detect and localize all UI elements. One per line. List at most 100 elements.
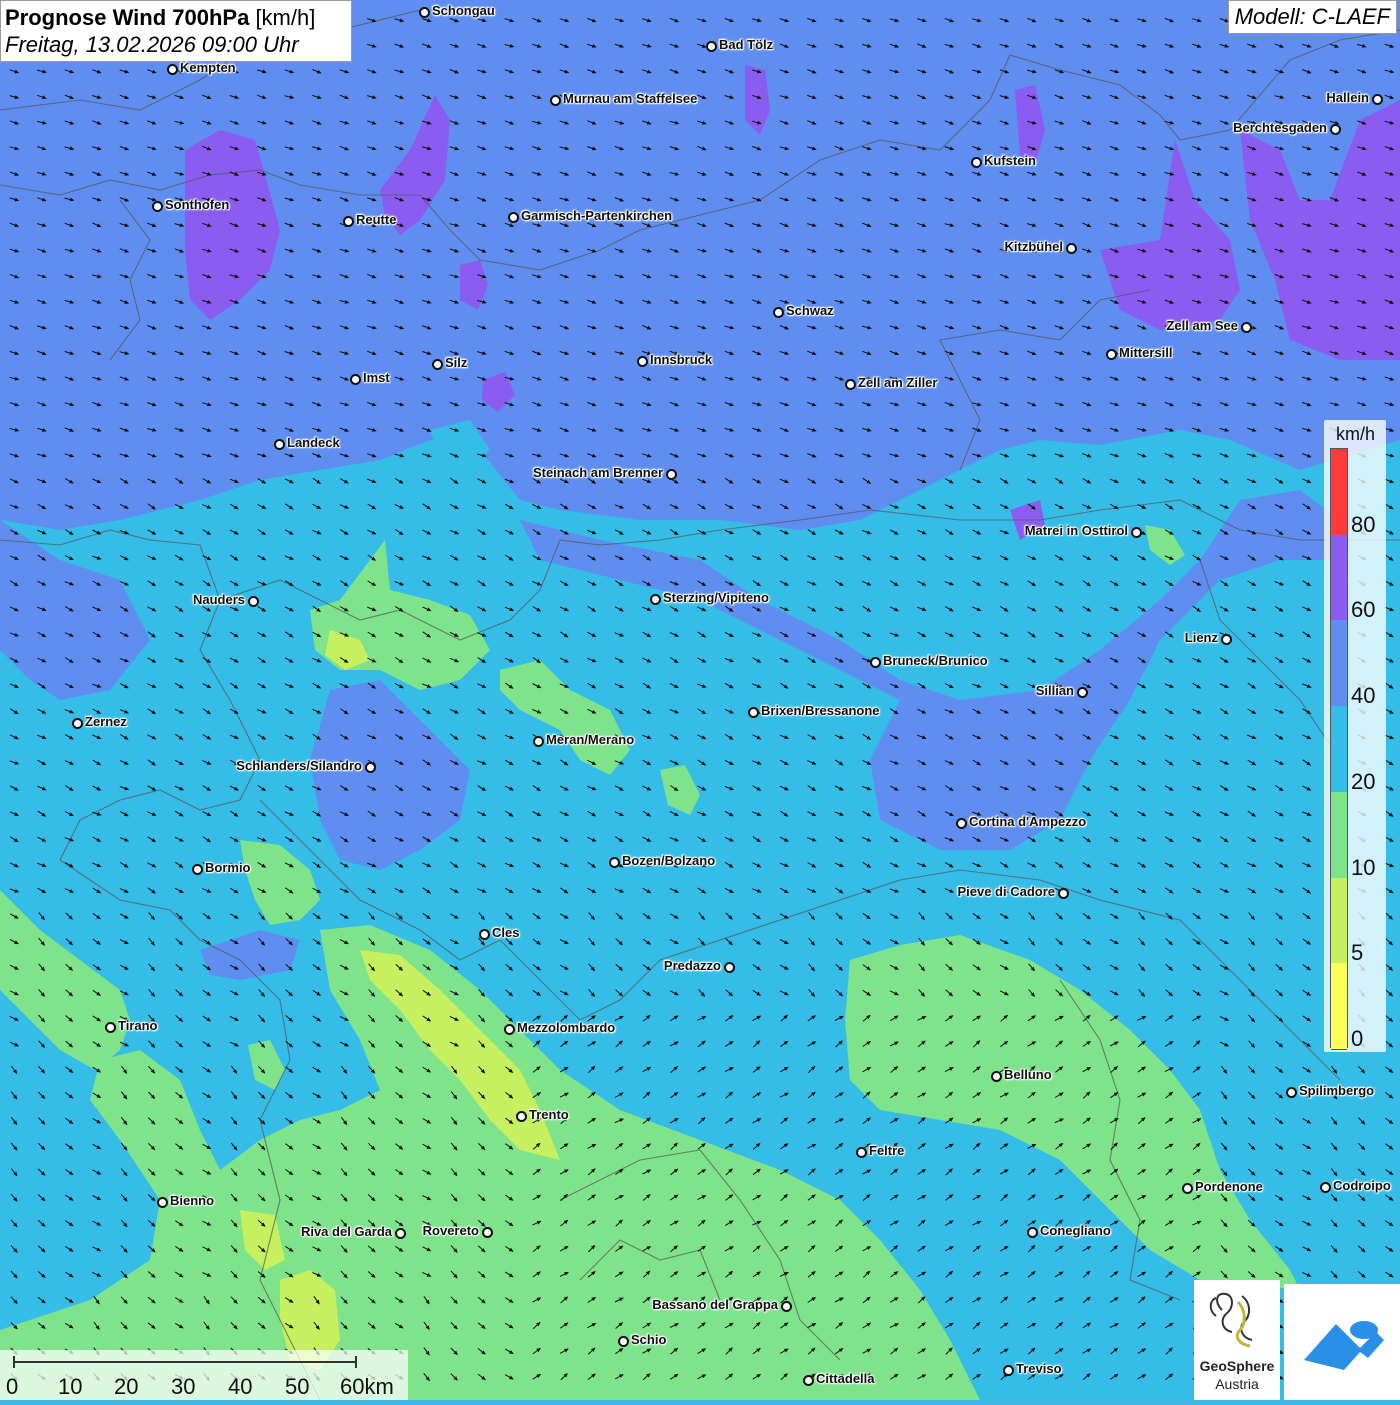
city-marker [803, 1375, 814, 1386]
city-label: Kempten [180, 60, 236, 75]
city-label: Cortina d'Ampezzo [969, 814, 1087, 829]
city-label: Zernez [85, 714, 127, 729]
mountain-cloud-icon [1304, 1321, 1384, 1370]
legend-swatch [1331, 791, 1347, 879]
city-marker [1330, 124, 1341, 135]
city-marker [773, 307, 784, 318]
city-label: Imst [363, 370, 390, 385]
city-marker [508, 212, 519, 223]
city-label: Bad Tölz [719, 37, 774, 52]
scale-label: 40 [228, 1374, 253, 1399]
city-marker [350, 374, 361, 385]
legend-tick-label: 40 [1351, 683, 1376, 709]
city-label: Nauders [192, 592, 245, 607]
city-label: Belluno [1004, 1067, 1052, 1082]
city-label: Riva del Garda [300, 1224, 392, 1239]
city-marker [956, 818, 967, 829]
city-label: Reutte [356, 212, 397, 227]
city-marker [1286, 1087, 1297, 1098]
city-label: Bassano del Grappa [652, 1297, 778, 1312]
city-marker [105, 1022, 116, 1033]
geosphere-country: Austria [1215, 1376, 1259, 1392]
city-marker [856, 1147, 867, 1158]
city-label: Brixen/Bressanone [761, 703, 880, 718]
city-marker [1003, 1365, 1014, 1376]
city-label: Schongau [432, 3, 495, 18]
city-marker [152, 201, 163, 212]
city-label: Zell am Ziller [858, 375, 938, 390]
legend-swatch [1331, 877, 1347, 965]
city-marker [72, 718, 83, 729]
city-label: Treviso [1016, 1361, 1062, 1376]
city-label: Garmisch-Partenkirchen [521, 208, 673, 223]
city-label: Pieve di Cadore [957, 884, 1055, 899]
legend-unit: km/h [1336, 424, 1376, 444]
city-marker [550, 95, 561, 106]
city-marker [1106, 349, 1117, 360]
city-marker [248, 596, 259, 607]
city-marker [706, 41, 717, 52]
title-box: Prognose Wind 700hPa [km/h] Freitag, 13.… [0, 0, 352, 62]
geosphere-logo: GeoSphere Austria [1194, 1280, 1280, 1400]
city-marker [516, 1111, 527, 1122]
city-label: Sonthofen [165, 197, 230, 212]
city-label: Trento [529, 1107, 569, 1122]
city-label: Conegliano [1040, 1223, 1111, 1238]
city-label: Cittadella [816, 1371, 875, 1386]
city-marker [1058, 888, 1069, 899]
city-label: Bormio [205, 860, 251, 875]
forecast-datetime: Freitag, 13.02.2026 09:00 Uhr [5, 32, 299, 57]
scale-bar: 0 10 20 30 40 50 60km [0, 1350, 408, 1400]
legend-bar [1330, 448, 1348, 1050]
scale-label: 60km [340, 1374, 394, 1399]
legend-tick-label: 20 [1351, 768, 1376, 794]
city-marker [637, 356, 648, 367]
city-label: Silz [445, 355, 468, 370]
legend-tick-label: 5 [1351, 940, 1364, 966]
city-marker [167, 64, 178, 75]
city-marker [343, 216, 354, 227]
city-marker [1077, 687, 1088, 698]
scale-label: 0 [6, 1374, 19, 1399]
city-marker [1372, 94, 1383, 105]
city-marker [609, 857, 620, 868]
city-marker [1182, 1183, 1193, 1194]
city-label: Kitzbühel [1004, 239, 1064, 254]
geosphere-emblem-icon [1209, 1292, 1253, 1348]
city-marker [666, 469, 677, 480]
city-label: Sterzing/Vipiteno [663, 590, 769, 605]
city-marker [482, 1227, 493, 1238]
city-marker [504, 1024, 515, 1035]
city-marker [1221, 634, 1232, 645]
city-label: Matrei in Osttirol [1024, 523, 1128, 538]
city-label: Berchtesgaden [1233, 120, 1327, 135]
city-marker [419, 7, 430, 18]
legend-swatch [1331, 449, 1347, 536]
city-marker [1027, 1227, 1038, 1238]
scale-label: 30 [171, 1374, 196, 1399]
title-text: Prognose Wind 700hPa [5, 5, 250, 30]
city-label: Rovereto [422, 1223, 479, 1238]
city-label: Landeck [287, 435, 340, 450]
title-unit: [km/h] [255, 5, 316, 30]
city-label: Spilimbergo [1299, 1083, 1375, 1098]
legend-swatch [1331, 534, 1347, 622]
city-label: Tirano [118, 1018, 158, 1033]
city-label: Kufstein [984, 153, 1036, 168]
legend-swatch [1331, 963, 1347, 1050]
city-label: Predazzo [663, 958, 721, 973]
legend-tick-label: 10 [1351, 854, 1376, 880]
legend-tick-label: 0 [1351, 1026, 1364, 1051]
legend-swatch [1331, 620, 1347, 708]
color-legend: km/h 80 60 40 20 10 5 0 [1324, 420, 1386, 1052]
city-marker [157, 1197, 168, 1208]
city-marker [991, 1071, 1002, 1082]
city-marker [971, 157, 982, 168]
city-label: Bruneck/Brunico [883, 653, 988, 668]
city-marker [781, 1301, 792, 1312]
city-marker [479, 929, 490, 940]
city-marker [533, 736, 544, 747]
city-label: Sillian [1035, 683, 1074, 698]
city-label: Bozen/Bolzano [622, 853, 716, 868]
city-marker [192, 864, 203, 875]
